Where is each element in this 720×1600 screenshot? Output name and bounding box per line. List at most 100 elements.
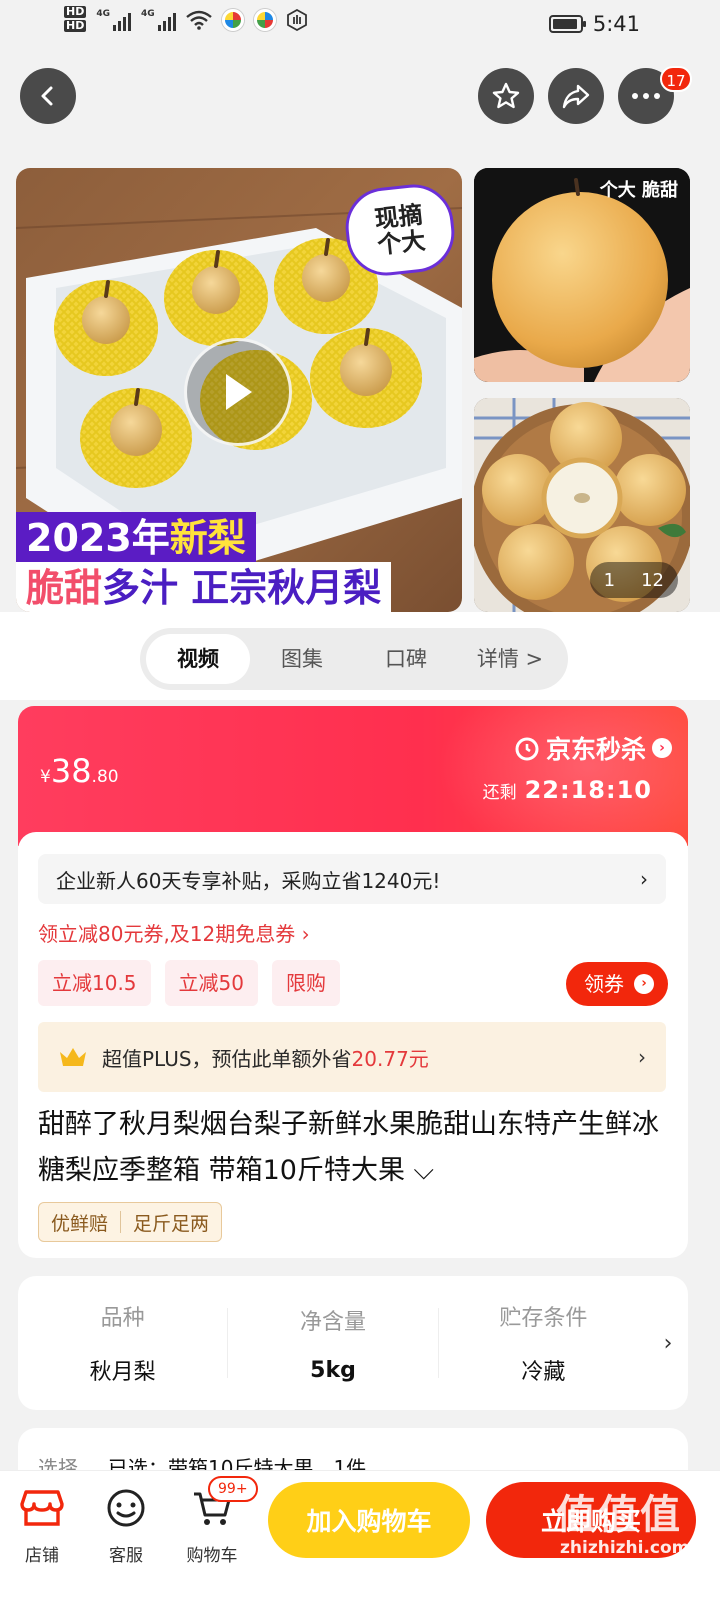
chevron-right-icon: › [638, 1045, 646, 1069]
plus-text: 超值PLUS，预估此单额外省 [102, 1046, 352, 1071]
hd2-label: HD [64, 19, 87, 32]
status-bar: HD HD 4G 4G 5:41 [0, 0, 720, 50]
chevron-right-icon: › [634, 974, 654, 994]
big-crisp-caption: 个大 脆甜 [599, 180, 678, 201]
share-button[interactable] [548, 68, 604, 124]
app-notification-icon [221, 9, 244, 31]
net1-label: 4G [96, 9, 110, 19]
product-page: HD HD 4G 4G 5:41 17 现摘 个大 2023年新梨 脆甜多汁 正… [0, 0, 720, 1600]
share-icon [562, 84, 590, 109]
status-right: 5:41 [548, 12, 640, 36]
main-product-video[interactable]: 现摘 个大 2023年新梨 脆甜多汁 正宗秋月梨 [16, 168, 462, 612]
customer-service-icon [107, 1489, 145, 1527]
spec-storage: 贮存条件 冷藏 [439, 1300, 648, 1386]
spec-card[interactable]: 品种 秋月梨 净含量 5kg 贮存条件 冷藏 › [18, 1276, 688, 1410]
seckill-label: 京东秒杀 [545, 735, 646, 764]
status-left: HD HD 4G 4G [64, 6, 308, 34]
tab-details[interactable]: 详情 > [458, 634, 562, 684]
signal-icon-2: 4G [141, 9, 176, 31]
plus-amount: 20.77元 [351, 1046, 429, 1071]
countdown: 还剩 22:18:10 [483, 776, 652, 804]
discount-chips: 立减10.5 立减50 限购 [38, 960, 340, 1006]
promo-juicy-authentic: 多汁 正宗秋月梨 [102, 566, 382, 610]
chevron-right-icon: › [652, 738, 672, 758]
limit-chip: 限购 [271, 960, 340, 1006]
app-notification-icon-2 [253, 9, 276, 31]
gallery-counter: 1 12 [589, 562, 678, 598]
status-time: 5:41 [592, 12, 640, 36]
countdown-label: 还剩 [482, 782, 517, 803]
chevron-right-icon: › [640, 867, 648, 891]
plus-savings-row[interactable]: 超值PLUS，预估此单额外省 20.77元 › [38, 1022, 666, 1092]
play-icon [226, 374, 252, 410]
back-arrow-icon [41, 86, 53, 106]
signal-icon: 4G [96, 9, 131, 31]
wifi-icon [185, 10, 212, 30]
promo-banner-line1: 2023年新梨 [16, 512, 256, 564]
watermark-url: zhizhizhi.com [560, 1538, 690, 1558]
spec-net-weight: 净含量 5kg [228, 1304, 437, 1383]
watermark-logo: 值值值 [556, 1492, 682, 1538]
discount-chip: 立减50 [164, 960, 258, 1006]
net2-label: 4G [141, 9, 155, 19]
coupon-offer-link[interactable]: 领立减80元券,及12期免息券 › [38, 918, 310, 947]
countdown-time: 22:18:10 [524, 776, 652, 804]
gallery-thumb-2[interactable]: 1 12 [474, 398, 690, 612]
seckill-link[interactable]: 京东秒杀 › [514, 730, 672, 766]
store-label: 店铺 [25, 1546, 59, 1566]
promo-crisp-sweet: 脆甜 [26, 566, 103, 610]
alarm-clock-icon [515, 737, 539, 761]
favorite-button[interactable] [478, 68, 534, 124]
play-video-button[interactable] [184, 338, 292, 446]
counter-current: 1 [603, 569, 616, 591]
service-tag: 足斤足两 [133, 1212, 210, 1235]
customer-service-button[interactable]: 客服 [90, 1485, 162, 1566]
promo-year: 2023年 [26, 516, 170, 560]
store-button[interactable]: 店铺 [6, 1485, 78, 1566]
get-coupon-label: 领券 [584, 972, 624, 996]
hd1-label: HD [64, 5, 87, 18]
price: ¥38.80 [40, 752, 119, 790]
spec-key: 品种 [100, 1306, 145, 1331]
tab-reviews[interactable]: 口碑 [354, 634, 458, 684]
spec-value: 冷藏 [521, 1360, 566, 1385]
spec-key: 贮存条件 [499, 1306, 588, 1331]
discount-chip: 立减10.5 [38, 960, 151, 1006]
product-title[interactable]: 甜醉了秋月梨烟台梨子新鲜水果脆甜山东特产生鲜冰糖梨应季整箱 带箱10斤特大果 ⌵ [38, 1102, 674, 1194]
tab-gallery[interactable]: 图集 [250, 634, 354, 684]
cart-label: 购物车 [186, 1546, 238, 1566]
tab-video[interactable]: 视频 [146, 634, 250, 684]
enterprise-subsidy-row[interactable]: 企业新人60天专享补贴，采购立省1240元! › [38, 854, 666, 904]
crown-icon [60, 1048, 86, 1066]
more-dots-icon [632, 93, 660, 99]
hand-icon [286, 9, 307, 31]
spec-value: 秋月梨 [89, 1360, 156, 1385]
promo-banner-line2: 脆甜多汁 正宗秋月梨 [16, 562, 392, 612]
price-decimal: .80 [91, 767, 119, 787]
service-tag: 优鲜赔 [51, 1212, 109, 1235]
star-icon [492, 82, 520, 109]
service-tags[interactable]: 优鲜赔 足斤足两 [38, 1202, 223, 1242]
promo-new-pear: 新梨 [169, 516, 246, 560]
service-label: 客服 [109, 1546, 143, 1566]
seckill-price-banner: ¥38.80 京东秒杀 › 还剩 22:18:10 [18, 706, 688, 846]
message-count-badge: 17 [660, 66, 692, 92]
battery-icon [548, 15, 586, 33]
store-icon [20, 1490, 64, 1526]
spec-value: 5kg [310, 1357, 356, 1383]
price-integer: 38 [50, 752, 92, 790]
media-tabs: 视频 图集 口碑 详情 > [140, 628, 568, 690]
add-to-cart-button[interactable]: 加入购物车 [268, 1482, 470, 1558]
gallery-thumb-1[interactable]: 个大 脆甜 [474, 168, 690, 382]
back-button[interactable] [20, 68, 76, 124]
get-coupon-button[interactable]: 领券 › [566, 962, 668, 1006]
chevron-right-icon: › [663, 1330, 673, 1356]
subsidy-text: 企业新人60天专享补贴，采购立省1240元! [56, 868, 441, 893]
spec-key: 净含量 [299, 1309, 366, 1335]
spec-variety: 品种 秋月梨 [18, 1300, 227, 1386]
stamp-text: 现摘 个大 [373, 200, 427, 260]
sim-badges: HD HD [64, 5, 87, 34]
cart-count-badge: 99+ [208, 1476, 258, 1502]
counter-total: 12 [641, 569, 664, 591]
product-info-card: 企业新人60天专享补贴，采购立省1240元! › 领立减80元券,及12期免息券… [18, 832, 688, 1258]
